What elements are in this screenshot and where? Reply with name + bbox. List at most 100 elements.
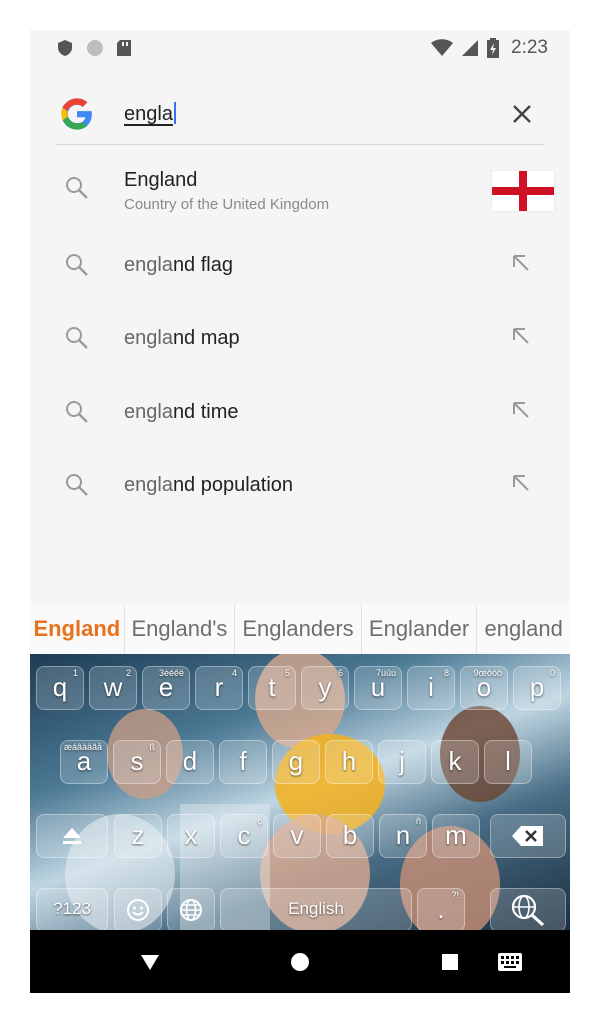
search-icon	[66, 254, 88, 276]
shift-key[interactable]	[36, 814, 108, 858]
key-label: j	[399, 746, 405, 776]
battery-icon	[487, 38, 500, 58]
smiley-icon	[127, 899, 149, 921]
search-globe-icon	[511, 894, 545, 927]
key-l[interactable]: l	[484, 740, 532, 784]
back-triangle-icon	[141, 954, 159, 970]
search-action-key[interactable]	[490, 888, 566, 932]
suggestion-england[interactable]: England Country of the United Kingdom	[30, 169, 570, 235]
key-p[interactable]: p0	[513, 666, 561, 710]
key-alt-hint: 3èéêë	[158, 668, 184, 678]
delete-key[interactable]	[490, 814, 566, 858]
key-w[interactable]: w2	[89, 666, 137, 710]
key-x[interactable]: x	[167, 814, 215, 858]
key-alt-hint: ç	[257, 816, 263, 826]
suggestion-label: england population	[124, 474, 294, 496]
key-c[interactable]: cç	[220, 814, 268, 858]
key-a[interactable]: a æáâàäãå	[60, 740, 108, 784]
suggestion-label: england time	[124, 401, 239, 423]
key-alt-hint: 2	[125, 668, 131, 678]
status-time: 2:23	[511, 37, 548, 58]
key-f[interactable]: f	[219, 740, 267, 784]
suggestion-england-population[interactable]: england population	[30, 472, 570, 532]
word-suggestion[interactable]: Englanders	[235, 604, 362, 654]
key-label: English	[288, 899, 344, 918]
navigation-bar	[30, 930, 570, 993]
key-alt-hint: ?!	[451, 890, 459, 900]
symbols-key[interactable]: ?123	[36, 888, 108, 932]
key-n[interactable]: nñ	[379, 814, 427, 858]
key-e[interactable]: e 3èéêë	[142, 666, 190, 710]
suggestion-england-time[interactable]: england time	[30, 399, 570, 459]
key-m[interactable]: m	[432, 814, 480, 858]
close-icon[interactable]	[508, 100, 536, 128]
suggestion-england-map[interactable]: england map	[30, 325, 570, 385]
key-label: q	[52, 672, 68, 702]
search-input[interactable]: engla	[124, 102, 176, 126]
space-key[interactable]: English	[220, 888, 412, 932]
key-o[interactable]: o 9œôóö	[460, 666, 508, 710]
key-label: i	[428, 672, 434, 702]
period-key[interactable]: .?!	[417, 888, 465, 932]
key-y[interactable]: y6	[301, 666, 349, 710]
emoji-key[interactable]	[114, 888, 162, 932]
key-label: k	[448, 746, 462, 776]
key-i[interactable]: i8	[407, 666, 455, 710]
word-suggestion[interactable]: england	[477, 604, 570, 654]
home-button[interactable]	[280, 930, 320, 993]
key-label: x	[184, 820, 198, 850]
signal-icon	[462, 40, 479, 56]
key-h[interactable]: h	[325, 740, 373, 784]
key-label: v	[290, 820, 304, 850]
key-label: p	[529, 672, 545, 702]
key-alt-hint: ñ	[415, 816, 421, 826]
search-query: engla	[124, 103, 173, 125]
key-alt-hint: 0	[549, 668, 555, 678]
key-label: w	[103, 672, 123, 702]
sd-card-icon	[117, 40, 131, 56]
word-suggestion[interactable]: Englander	[362, 604, 478, 654]
key-label: s	[130, 746, 144, 776]
key-k[interactable]: k	[431, 740, 479, 784]
suggestion-label: England	[124, 169, 198, 191]
keyboard-switch-button[interactable]	[490, 930, 530, 993]
key-g[interactable]: g	[272, 740, 320, 784]
key-label: c	[237, 820, 251, 850]
suggestion-england-flag[interactable]: england flag	[30, 252, 570, 312]
fill-query-arrow-icon[interactable]	[510, 399, 532, 421]
word-suggestion[interactable]: England's	[125, 604, 236, 654]
key-r[interactable]: r4	[195, 666, 243, 710]
key-alt-hint: 6	[337, 668, 343, 678]
key-label: m	[445, 820, 467, 850]
fill-query-arrow-icon[interactable]	[510, 252, 532, 274]
key-t[interactable]: t5	[248, 666, 296, 710]
back-button[interactable]	[130, 930, 170, 993]
key-s[interactable]: sß	[113, 740, 161, 784]
language-key[interactable]	[167, 888, 215, 932]
fill-query-arrow-icon[interactable]	[510, 472, 532, 494]
key-z[interactable]: z	[114, 814, 162, 858]
shift-icon	[63, 828, 81, 844]
key-q[interactable]: q1	[36, 666, 84, 710]
key-label: y	[318, 672, 332, 702]
key-alt-hint: 8	[443, 668, 449, 678]
key-v[interactable]: v	[273, 814, 321, 858]
search-bar[interactable]: engla	[30, 92, 570, 148]
key-label: .	[437, 894, 445, 924]
key-label: b	[342, 820, 358, 850]
key-alt-hint: æáâàäãå	[63, 742, 102, 752]
status-bar: 2:23	[30, 30, 570, 66]
key-b[interactable]: b	[326, 814, 374, 858]
key-u[interactable]: u 7üûú	[354, 666, 402, 710]
key-d[interactable]: d	[166, 740, 214, 784]
search-divider	[56, 144, 544, 145]
key-j[interactable]: j	[378, 740, 426, 784]
word-suggestion[interactable]: England	[30, 604, 125, 654]
recents-button[interactable]	[430, 930, 470, 993]
suggestion-label: england map	[124, 327, 240, 349]
suggestion-subtitle: Country of the United Kingdom	[124, 196, 330, 213]
text-caret	[173, 102, 176, 124]
fill-query-arrow-icon[interactable]	[510, 325, 532, 347]
key-alt-hint: 5	[284, 668, 290, 678]
search-icon	[66, 177, 88, 199]
